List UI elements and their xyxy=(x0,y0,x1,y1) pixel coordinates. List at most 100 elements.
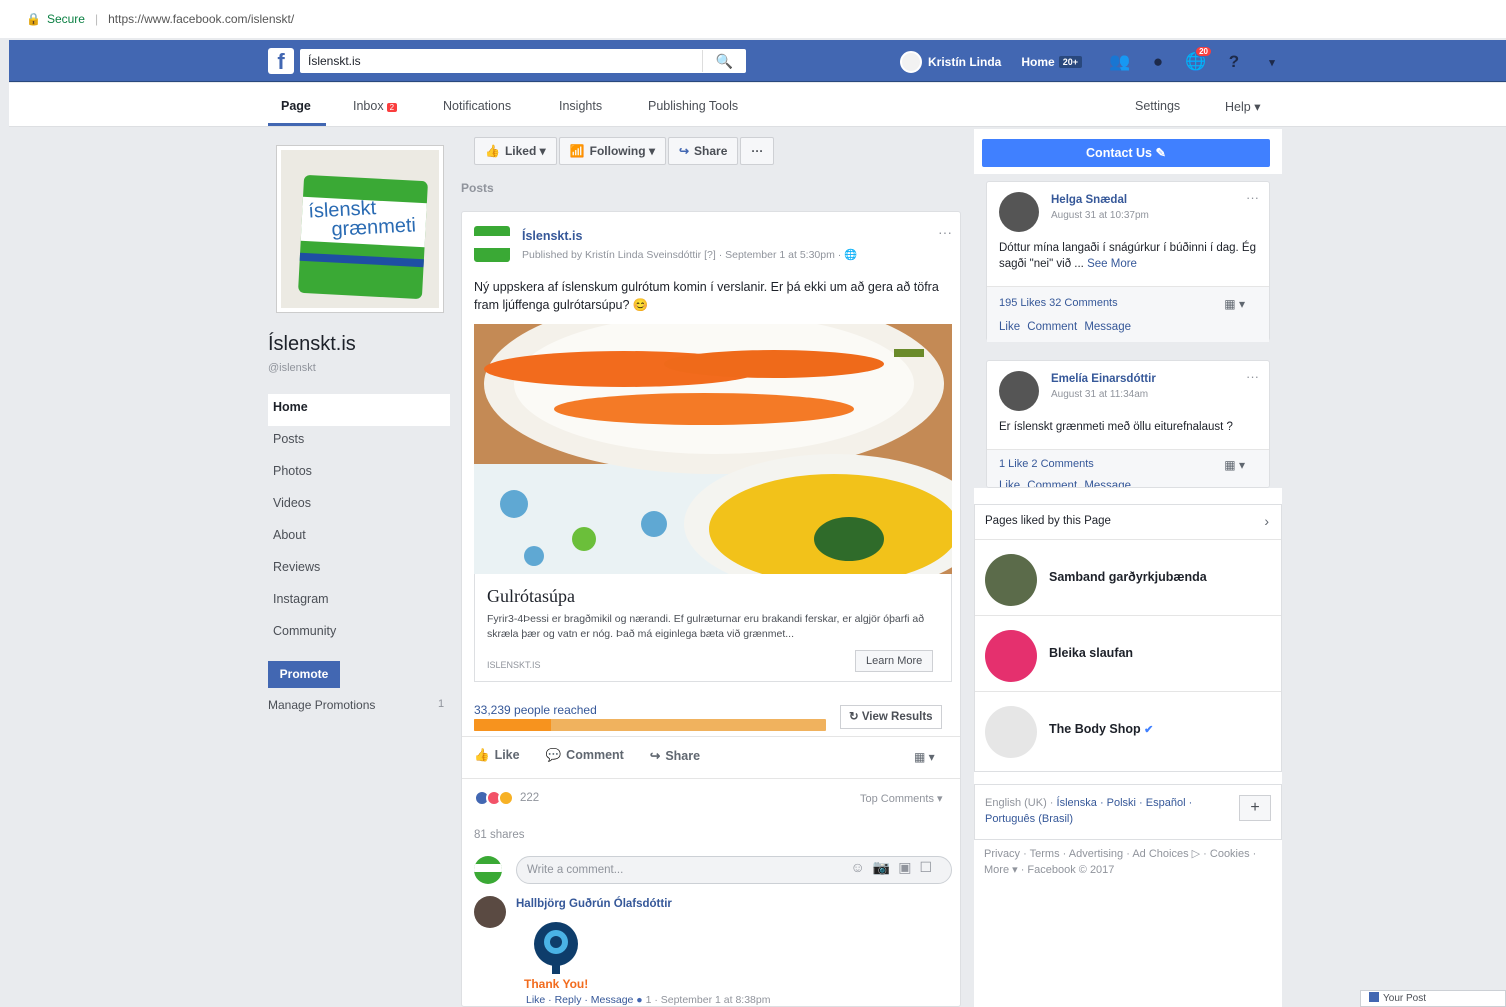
notifications-icon[interactable]: 🌐 20 xyxy=(1184,46,1212,74)
tab-publishing-tools[interactable]: Publishing Tools xyxy=(648,99,738,113)
liked-page-row[interactable]: The Body Shop ✔ xyxy=(975,691,1281,767)
user-name-link[interactable]: Kristín Linda xyxy=(928,55,1001,69)
people-reached-link[interactable]: 33,239 people reached xyxy=(474,703,597,717)
post-link-image[interactable] xyxy=(474,324,952,574)
reactions-summary[interactable]: 222 xyxy=(474,790,539,806)
search-input[interactable] xyxy=(300,50,702,72)
footer-links[interactable]: Privacy · Terms · Advertising · Ad Choic… xyxy=(984,846,1274,878)
url-text[interactable]: https://www.facebook.com/islenskt/ xyxy=(108,12,294,26)
browser-url-bar[interactable]: 🔒 Secure | https://www.facebook.com/isle… xyxy=(0,0,1506,38)
liked-page-name[interactable]: Bleika slaufan xyxy=(1049,646,1133,660)
pages-liked-panel: Pages liked by this Page › Samband garðy… xyxy=(974,504,1282,772)
inbox-badge: 2 xyxy=(386,103,398,112)
tab-inbox[interactable]: Inbox 2 xyxy=(353,99,398,113)
post-as-selector[interactable]: ▦ ▾ xyxy=(914,750,935,764)
post-options-icon[interactable]: ··· xyxy=(1246,369,1259,384)
pages-liked-header[interactable]: Pages liked by this Page xyxy=(985,515,1111,527)
left-nav-home[interactable]: Home xyxy=(268,394,450,426)
language-panel: English (UK) · Íslenska · Polski · Españ… xyxy=(974,784,1282,840)
liked-page-avatar[interactable] xyxy=(985,554,1037,606)
chevron-right-icon[interactable]: › xyxy=(1264,513,1269,529)
like-button[interactable]: 👍 Like xyxy=(474,748,520,763)
liked-page-name[interactable]: The Body Shop ✔ xyxy=(1049,722,1153,736)
see-more-link[interactable]: See More xyxy=(1087,258,1137,270)
tab-help[interactable]: Help ▾ xyxy=(1225,99,1260,114)
visitor-name[interactable]: Helga Snædal xyxy=(1051,194,1127,206)
menu-arrow-icon[interactable]: ▾ xyxy=(1260,50,1284,74)
visitor-stats[interactable]: 1 Like 2 Comments xyxy=(999,458,1094,470)
post-options-icon[interactable]: ··· xyxy=(1246,190,1259,205)
visitor-actions[interactable]: Like Comment Message xyxy=(999,321,1131,333)
profile-picture[interactable]: íslenskt grænmeti xyxy=(276,145,444,313)
comment-composer: Write a comment... ☺📷▣☐ xyxy=(474,854,952,886)
tab-notifications[interactable]: Notifications xyxy=(443,99,511,113)
promote-button[interactable]: Promote xyxy=(268,661,340,688)
comment-tools[interactable]: ☺📷▣☐ xyxy=(850,859,940,876)
visitor-stats[interactable]: 195 Likes 32 Comments xyxy=(999,297,1118,309)
add-language-button[interactable]: + xyxy=(1239,795,1271,821)
thank-you-sticker: Thank You! xyxy=(524,922,588,991)
left-nav-about[interactable]: About xyxy=(268,522,450,554)
liked-page-name[interactable]: Samband garðyrkjubænda xyxy=(1049,570,1207,584)
search-button[interactable]: 🔍 xyxy=(702,50,746,72)
post-options-icon[interactable]: ··· xyxy=(938,224,952,240)
facebook-logo-icon[interactable]: f xyxy=(268,48,294,74)
comment-author-avatar[interactable] xyxy=(474,896,506,928)
view-results-button[interactable]: ↻ View Results xyxy=(840,705,942,729)
left-nav-posts[interactable]: Posts xyxy=(268,426,450,458)
left-nav-videos[interactable]: Videos xyxy=(268,490,450,522)
left-nav-photos[interactable]: Photos xyxy=(268,458,450,490)
tab-page[interactable]: Page xyxy=(281,99,311,113)
reach-bar xyxy=(474,719,826,731)
page-action-bar: 👍 Liked ▾ 📶 Following ▾ ↪ Share ··· xyxy=(474,137,775,165)
commenter-avatar xyxy=(474,856,502,884)
your-post-chat-tab[interactable]: Your Post xyxy=(1360,990,1506,1007)
visitor-avatar[interactable] xyxy=(999,371,1039,411)
friends-icon[interactable]: 👥 xyxy=(1108,50,1132,74)
shares-count[interactable]: 81 shares xyxy=(474,829,525,841)
liked-page-avatar[interactable] xyxy=(985,630,1037,682)
visitor-avatar[interactable] xyxy=(999,192,1039,232)
post-author-avatar[interactable] xyxy=(474,226,510,262)
share-button[interactable]: ↪ Share xyxy=(650,748,700,763)
contact-us-button[interactable]: Contact Us ✎ xyxy=(982,139,1270,167)
link-preview[interactable]: Gulrótasúpa Fyrir3-4Þessi er bragðmikil … xyxy=(474,574,952,682)
tab-insights[interactable]: Insights xyxy=(559,99,602,113)
comment-actions[interactable]: Like · Reply · Message xyxy=(526,994,633,1006)
liked-button[interactable]: 👍 Liked ▾ xyxy=(474,137,557,165)
link-title[interactable]: Gulrótasúpa xyxy=(487,586,575,607)
left-nav-community[interactable]: Community xyxy=(268,618,450,650)
messenger-icon[interactable]: ● xyxy=(1146,50,1170,74)
help-icon[interactable]: ? xyxy=(1222,50,1246,74)
more-actions-button[interactable]: ··· xyxy=(740,137,775,165)
post-action-row: 👍 Like 💬 Comment ↪ Share xyxy=(474,748,700,763)
top-comments-selector[interactable]: Top Comments ▾ xyxy=(860,792,943,805)
comment-button[interactable]: 💬 Comment xyxy=(546,748,624,763)
manage-promotions-link[interactable]: Manage Promotions xyxy=(268,698,375,712)
home-badge: 20+ xyxy=(1058,56,1082,68)
post-as-selector[interactable]: ▦ ▾ xyxy=(1224,297,1245,311)
visitor-actions[interactable]: Like Comment Message xyxy=(999,480,1131,487)
avatar-band xyxy=(474,864,502,872)
search-box[interactable]: 🔍 xyxy=(300,49,746,73)
liked-label: Liked xyxy=(504,144,537,158)
rss-icon: 📶 xyxy=(569,144,585,158)
left-nav-reviews[interactable]: Reviews xyxy=(268,554,450,586)
post-author-name[interactable]: Íslenskt.is xyxy=(522,229,582,243)
tab-settings[interactable]: Settings xyxy=(1135,99,1180,113)
liked-page-row[interactable]: Samband garðyrkjubænda xyxy=(975,539,1281,615)
following-button[interactable]: 📶 Following ▾ xyxy=(558,137,666,165)
user-avatar[interactable] xyxy=(900,51,922,73)
page-nav xyxy=(9,83,1506,127)
liked-page-avatar[interactable] xyxy=(985,706,1037,758)
share-page-button[interactable]: ↪ Share xyxy=(667,137,739,165)
visitor-name[interactable]: Emelía Einarsdóttir xyxy=(1051,373,1156,385)
home-link[interactable]: Home xyxy=(1021,55,1054,69)
comment-time: · September 1 at 8:38pm xyxy=(654,994,771,1006)
left-nav-instagram[interactable]: Instagram xyxy=(268,586,450,618)
comment-author-name[interactable]: Hallbjörg Guðrún Ólafsdóttir xyxy=(516,898,672,910)
liked-page-row[interactable]: Bleika slaufan xyxy=(975,615,1281,691)
page-handle[interactable]: @islenskt xyxy=(268,362,316,374)
post-as-selector[interactable]: ▦ ▾ xyxy=(1224,458,1245,472)
learn-more-button[interactable]: Learn More xyxy=(855,650,934,672)
